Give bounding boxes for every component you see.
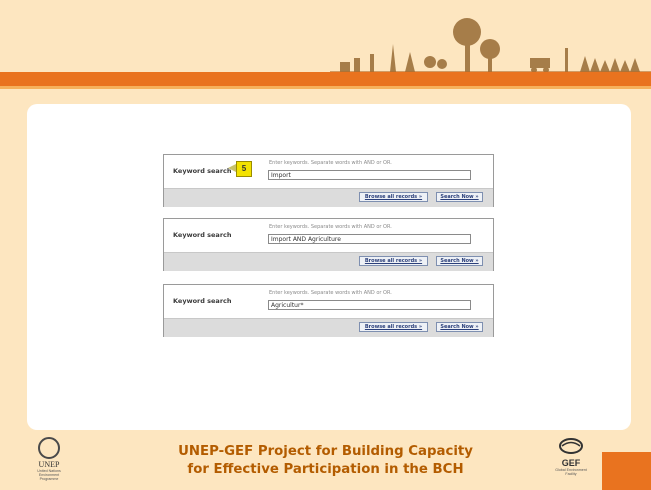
search-now-button[interactable]: Search Now »	[436, 256, 483, 266]
box-main: Keyword search Enter keywords. Separate …	[164, 219, 493, 252]
keyword-search-label: Keyword search	[173, 297, 232, 305]
keyword-search-label: Keyword search	[173, 231, 232, 239]
unep-emblem-icon	[38, 437, 60, 459]
box-main: Keyword search Enter keywords. Separate …	[164, 285, 493, 318]
footer-title-line1: UNEP-GEF Project for Building Capacity	[178, 444, 473, 459]
box-footer: Browse all records » Search Now »	[164, 318, 493, 337]
unep-logo-text: UNEP	[38, 460, 60, 469]
keyword-hint: Enter keywords. Separate words with AND …	[269, 160, 392, 166]
accent-stripe	[0, 72, 651, 86]
box-footer: Browse all records » Search Now »	[164, 188, 493, 207]
slide: Keyword search Enter keywords. Separate …	[0, 0, 651, 490]
gef-subtitle-2: Facility	[565, 472, 577, 476]
keyword-search-label: Keyword search	[173, 167, 232, 175]
keyword-search-input[interactable]: Agricultur*	[268, 300, 471, 310]
keyword-search-box-3: Keyword search Enter keywords. Separate …	[163, 284, 494, 337]
keyword-search-box-1: Keyword search Enter keywords. Separate …	[163, 154, 494, 207]
box-footer: Browse all records » Search Now »	[164, 252, 493, 271]
browse-all-records-button[interactable]: Browse all records »	[359, 192, 428, 202]
browse-all-records-button[interactable]: Browse all records »	[359, 256, 428, 266]
footer-title: UNEP-GEF Project for Building Capacity f…	[170, 443, 481, 479]
gef-emblem-icon	[559, 438, 583, 454]
unep-logo: UNEP United Nations Environment Programm…	[33, 437, 65, 481]
corner-accent	[602, 452, 651, 490]
browse-all-records-button[interactable]: Browse all records »	[359, 322, 428, 332]
footer-title-line2: for Effective Participation in the BCH	[187, 462, 464, 477]
landscape-silhouette	[330, 18, 651, 76]
search-now-button[interactable]: Search Now »	[436, 192, 483, 202]
search-now-button[interactable]: Search Now »	[436, 322, 483, 332]
accent-stripe-thin	[0, 86, 651, 89]
keyword-hint: Enter keywords. Separate words with AND …	[269, 224, 392, 230]
box-main: Keyword search Enter keywords. Separate …	[164, 155, 493, 188]
gef-logo-text: GEF	[561, 458, 581, 468]
step-callout: 5	[236, 161, 252, 177]
keyword-hint: Enter keywords. Separate words with AND …	[269, 290, 392, 296]
keyword-search-input[interactable]: Import AND Agriculture	[268, 234, 471, 244]
keyword-search-box-2: Keyword search Enter keywords. Separate …	[163, 218, 494, 271]
keyword-search-input[interactable]: Import	[268, 170, 471, 180]
callout-arrow-icon	[228, 164, 236, 172]
gef-logo: GEF Global Environment Facility	[550, 437, 592, 476]
unep-subtitle-2: Environment Programme	[38, 473, 60, 481]
